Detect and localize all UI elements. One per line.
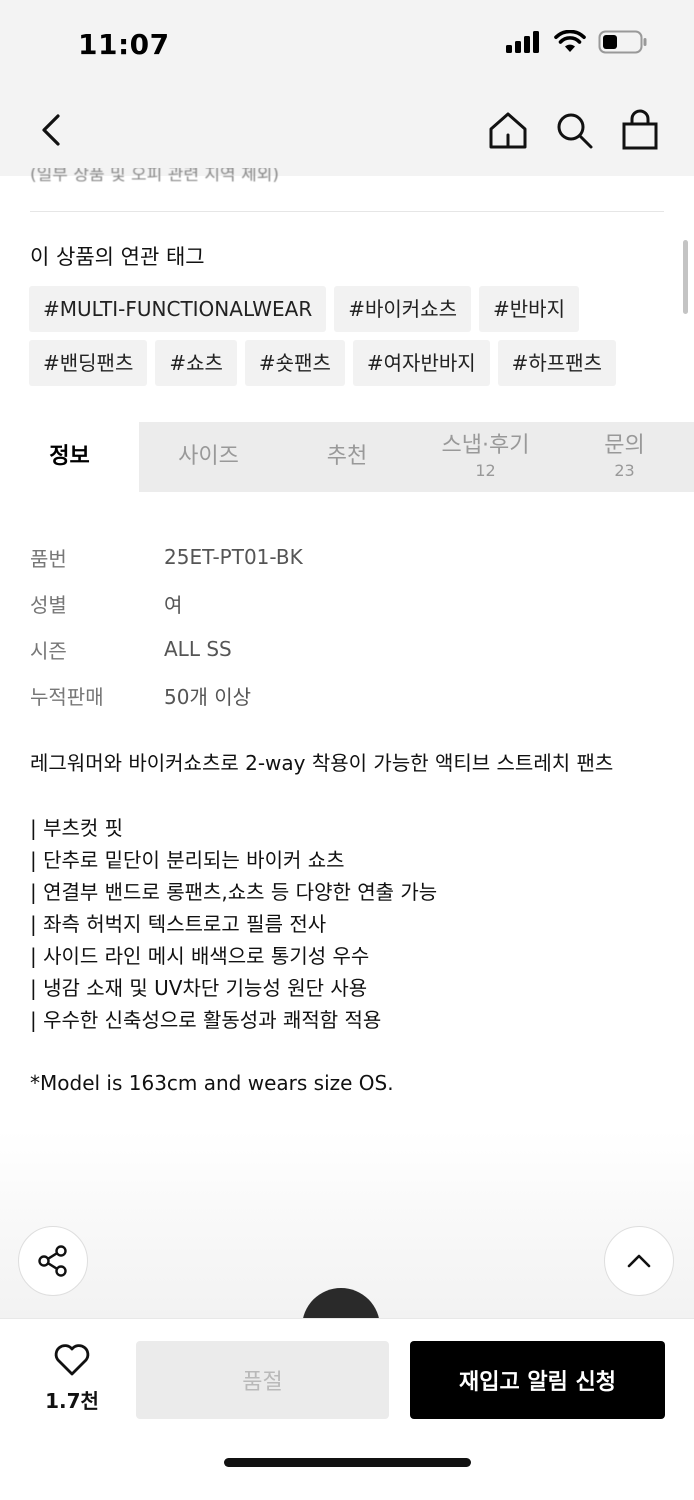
home-indicator (224, 1458, 471, 1467)
tag-chip[interactable]: #바이커쇼츠 (334, 286, 472, 332)
description-bullet: | 연결부 밴드로 롱팬츠,쇼츠 등 다양한 연출 가능 (30, 880, 438, 904)
restock-alert-button[interactable]: 재입고 알림 신청 (410, 1341, 665, 1419)
tab-inquiry[interactable]: 문의 23 (555, 422, 694, 492)
tag-chip[interactable]: #여자반바지 (352, 340, 490, 386)
description-bullet: | 냉감 소재 및 UV차단 기능성 원단 사용 (30, 976, 368, 1000)
info-row-product-code: 품번 25ET-PT01-BK (30, 534, 630, 580)
description-headline: 레그워머와 바이커쇼츠로 2-way 착용이 가능한 액티브 스트레치 팬츠 (30, 751, 614, 775)
battery-icon (598, 30, 647, 54)
info-value: 여 (164, 592, 183, 617)
product-tabs: 정보 사이즈 추천 스냅·후기 12 문의 23 (0, 422, 694, 492)
info-row-gender: 성별 여 (30, 580, 630, 626)
nav-actions (486, 108, 662, 152)
description-bullets: | 부츠컷 핏 | 단추로 밑단이 분리되는 바이커 쇼츠 | 연결부 밴드로 … (30, 812, 670, 1036)
tab-recommend[interactable]: 추천 (278, 422, 416, 492)
heart-icon (54, 1344, 90, 1376)
cellular-signal-icon (506, 31, 539, 53)
description-bullet: | 우수한 신축성으로 활동성과 쾌적함 적용 (30, 1008, 382, 1032)
back-arrow-icon[interactable] (34, 110, 74, 150)
like-button[interactable]: 1.7천 (36, 1343, 108, 1414)
like-count: 1.7천 (45, 1389, 99, 1413)
tag-chip[interactable]: #반바지 (479, 286, 579, 332)
search-icon[interactable] (552, 108, 596, 152)
description-bullet: | 좌측 허벅지 텍스트로고 필름 전사 (30, 912, 327, 936)
divider (30, 211, 664, 212)
status-time: 11:07 (78, 28, 170, 61)
tag-chip[interactable]: #MULTI-FUNCTIONALWEAR (29, 286, 327, 332)
info-value: ALL SS (164, 637, 232, 661)
chevron-up-icon (627, 1254, 651, 1268)
tab-inquiry-label: 문의 (604, 433, 645, 459)
description-bullet: | 사이드 라인 메시 배색으로 통기성 우수 (30, 944, 370, 968)
tab-size[interactable]: 사이즈 (139, 422, 278, 492)
share-button[interactable] (18, 1226, 88, 1296)
scrollbar[interactable] (683, 240, 688, 314)
info-label: 시즌 (30, 638, 67, 663)
info-row-total-sales: 누적판매 50개 이상 (30, 672, 630, 718)
tab-size-label: 사이즈 (178, 443, 239, 469)
tag-chip[interactable]: #밴딩팬츠 (29, 340, 148, 386)
bottom-action-bar: 1.7천 품절 재입고 알림 신청 (0, 1318, 694, 1500)
model-size-note: *Model is 163cm and wears size OS. (30, 1071, 394, 1095)
related-tags-title: 이 상품의 연관 태그 (30, 245, 205, 269)
status-icons (506, 30, 648, 54)
tab-snap-review-label: 스냅·후기 (441, 433, 530, 459)
info-label: 누적판매 (30, 684, 104, 709)
tab-snap-review[interactable]: 스냅·후기 12 (416, 422, 555, 492)
tag-chip[interactable]: #숏팬츠 (244, 340, 345, 386)
product-info-table: 품번 25ET-PT01-BK 성별 여 시즌 ALL SS 누적판매 50개 … (30, 534, 630, 718)
scrolled-notice-text: (일부 상품 및 오피 관련 지역 제외) (30, 168, 280, 185)
scroll-to-top-button[interactable] (604, 1226, 674, 1296)
status-bar: 11:07 (0, 0, 694, 92)
shopping-bag-icon[interactable] (618, 108, 662, 152)
info-label: 품번 (30, 546, 67, 571)
tab-info[interactable]: 정보 (0, 422, 139, 492)
tag-chip[interactable]: #쇼츠 (155, 340, 237, 386)
description-bullet: | 부츠컷 핏 (30, 816, 124, 840)
product-photo-garment (302, 1288, 380, 1320)
description-bullet: | 단추로 밑단이 분리되는 바이커 쇼츠 (30, 848, 345, 872)
related-tags-list: #MULTI-FUNCTIONALWEAR #바이커쇼츠 #반바지 #밴딩팬츠 … (29, 286, 669, 386)
tab-snap-review-count: 12 (475, 460, 496, 480)
tab-inquiry-count: 23 (614, 460, 635, 480)
tag-chip[interactable]: #하프팬츠 (497, 340, 617, 386)
nav-bar (0, 92, 694, 176)
wifi-icon (554, 30, 586, 52)
product-photo (0, 1130, 694, 1320)
share-icon (38, 1245, 67, 1277)
info-label: 성별 (30, 592, 67, 617)
info-row-season: 시즌 ALL SS (30, 626, 630, 672)
product-description: 레그워머와 바이커쇼츠로 2-way 착용이 가능한 액티브 스트레치 팬츠 |… (30, 748, 670, 1098)
info-value: 50개 이상 (164, 684, 252, 709)
info-value: 25ET-PT01-BK (164, 545, 303, 569)
tab-recommend-label: 추천 (326, 443, 368, 469)
tab-info-label: 정보 (49, 443, 90, 469)
home-icon[interactable] (486, 108, 530, 152)
sold-out-button: 품절 (136, 1341, 389, 1419)
